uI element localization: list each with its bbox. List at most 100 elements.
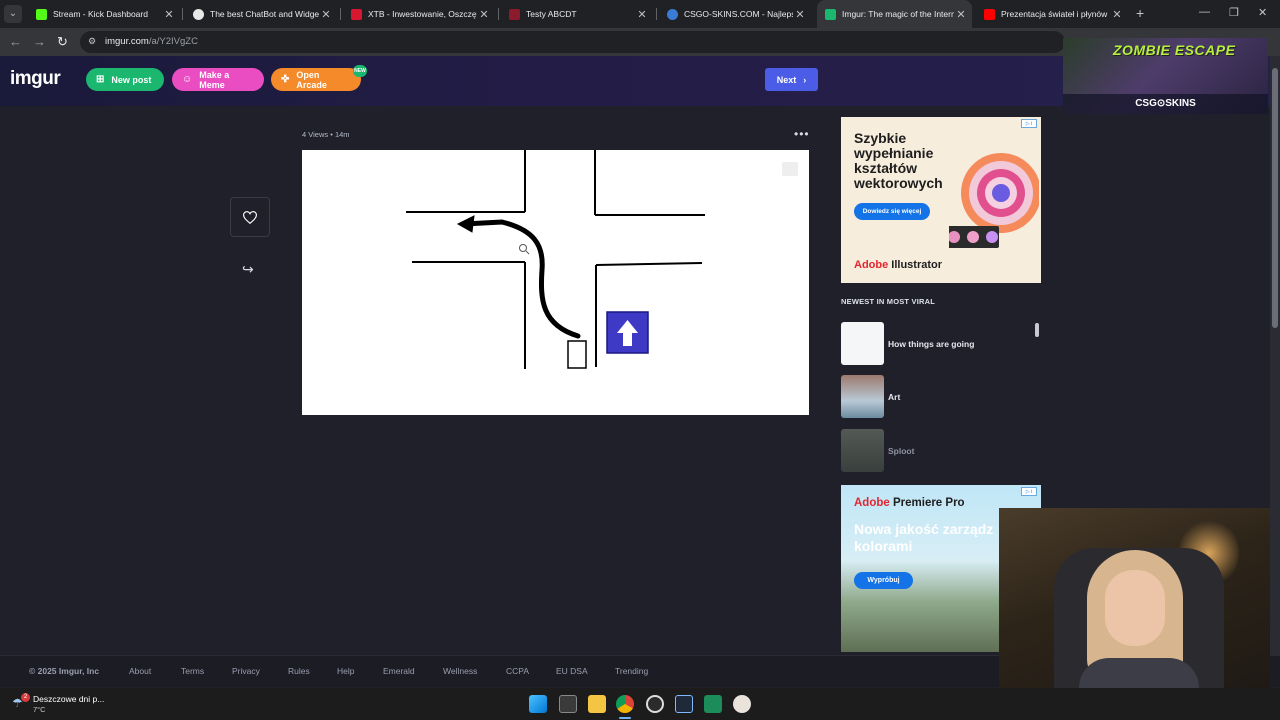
ad-choices-icon[interactable]: ▷ i xyxy=(1021,487,1037,496)
window-close-icon[interactable]: ✕ xyxy=(1258,6,1267,19)
back-arrow-icon[interactable]: ← xyxy=(9,34,22,49)
forward-arrow-icon[interactable]: → xyxy=(33,34,46,49)
tab-title: Imgur: The magic of the Intern xyxy=(842,9,954,19)
browser-tab[interactable]: CSGO-SKINS.COM - Najlepsze ✕ xyxy=(659,0,811,28)
footer-link-emerald[interactable]: Emerald xyxy=(383,666,415,676)
tab-title: XTB - Inwestowanie, Oszczędn xyxy=(368,9,477,19)
ad2-brand-adobe: Adobe xyxy=(854,497,890,509)
tab-separator xyxy=(340,8,341,20)
viral-item-title: How things are going xyxy=(888,339,975,349)
footer-link-terms[interactable]: Terms xyxy=(181,666,204,676)
viral-item-title: Art xyxy=(888,392,901,402)
plus-square-icon: ⊞ xyxy=(96,74,105,85)
browser-tab[interactable]: Testy ABCDT ✕ xyxy=(501,0,653,28)
next-label: Next xyxy=(776,74,797,85)
url-path: /a/Y2IVgZC xyxy=(148,36,198,47)
ad1-headline: Szybkie wypełnianie kształtów wektorowyc… xyxy=(854,130,943,191)
ad-choices-icon[interactable]: ▷ i xyxy=(1021,119,1037,128)
ad1-brand-product: Illustrator xyxy=(888,259,943,271)
obs-icon[interactable] xyxy=(646,695,664,713)
post-image[interactable] xyxy=(302,150,809,415)
task-view-icon[interactable] xyxy=(559,695,577,713)
streamer-app-icon[interactable] xyxy=(704,695,722,713)
scrollbar-thumb[interactable] xyxy=(1272,68,1278,328)
imgur-logo[interactable]: imgur xyxy=(10,68,61,90)
windows-start-icon[interactable] xyxy=(529,695,547,713)
youtube-favicon-icon xyxy=(984,8,995,20)
tab-close-icon[interactable]: ✕ xyxy=(1110,8,1124,21)
active-app-indicator xyxy=(619,717,631,719)
footer-link-help[interactable]: Help xyxy=(337,666,354,676)
tab-separator xyxy=(656,8,657,20)
browser-tab[interactable]: The best ChatBot and Widgets ✕ xyxy=(185,0,337,28)
tab-close-icon[interactable]: ✕ xyxy=(477,8,491,21)
post-views: 4 Views xyxy=(302,130,329,139)
csgo-skins-favicon-icon xyxy=(667,8,678,20)
post-age: 14m xyxy=(334,130,350,139)
url-text[interactable]: imgur.com/a/Y2IVgZC xyxy=(105,36,198,47)
streamer-face xyxy=(1105,570,1165,646)
kick-favicon-icon xyxy=(36,8,47,20)
footer-link-about[interactable]: About xyxy=(129,666,151,676)
footer-link-ccpa[interactable]: CCPA xyxy=(506,666,529,676)
footer-link-trending[interactable]: Trending xyxy=(615,666,648,676)
new-tab-plus-icon[interactable]: + xyxy=(1136,5,1144,21)
heart-icon xyxy=(243,210,257,224)
screen: ⌄ Stream - Kick Dashboard ✕ The best Cha… xyxy=(0,0,1280,720)
footer-link-rules[interactable]: Rules xyxy=(288,666,310,676)
open-arcade-label: Open Arcade xyxy=(296,69,327,90)
footer-link-privacy[interactable]: Privacy xyxy=(232,666,260,676)
viral-item[interactable]: How things are going xyxy=(841,322,1041,365)
site-info-icon[interactable]: ⚙ xyxy=(88,36,99,47)
make-a-meme-button[interactable]: ☺ Make a Meme xyxy=(172,68,264,91)
browser-tab[interactable]: XTB - Inwestowanie, Oszczędn ✕ xyxy=(343,0,495,28)
tab-close-icon[interactable]: ✕ xyxy=(319,8,333,21)
imgur-favicon-icon xyxy=(825,8,836,20)
open-arcade-button[interactable]: ✜ Open Arcade xyxy=(271,68,361,91)
footer-link-eu-dsa[interactable]: EU DSA xyxy=(556,666,588,676)
tab-close-icon[interactable]: ✕ xyxy=(162,8,176,21)
ad2-headline-line1: Nowa jakość zarządz xyxy=(854,521,994,537)
chevron-right-icon: › xyxy=(803,74,807,85)
file-explorer-icon[interactable] xyxy=(588,695,606,713)
tab-close-icon[interactable]: ✕ xyxy=(635,8,649,21)
post-options-icon[interactable]: ••• xyxy=(794,127,810,141)
sponsor-logo: CSG⊙SKINS xyxy=(1135,98,1196,109)
ad2-headline-line2: kolorami xyxy=(854,538,913,554)
arcade-new-badge: NEW xyxy=(353,65,367,77)
minimize-icon[interactable]: — xyxy=(1199,6,1210,18)
share-arrow-icon[interactable]: ↪ xyxy=(242,261,254,278)
adobe-illustrator-ad[interactable]: ▷ i Szybkie wypełnianie kształtów wektor… xyxy=(841,117,1041,283)
new-post-button[interactable]: ⊞ New post xyxy=(86,68,164,91)
favorite-button[interactable] xyxy=(230,197,270,237)
next-post-button[interactable]: Next › xyxy=(765,68,818,91)
viral-thumbnail xyxy=(841,375,884,418)
tab-title: Testy ABCDT xyxy=(526,9,577,19)
tab-separator xyxy=(498,8,499,20)
maximize-icon[interactable]: ❐ xyxy=(1229,6,1239,19)
browser-tab[interactable]: Prezentacja świateł i płynów Ku ✕ xyxy=(976,0,1128,28)
avatar-app-icon[interactable] xyxy=(733,695,751,713)
game-title: ZOMBIE ESCAPE xyxy=(1113,42,1236,58)
viral-thumbnail xyxy=(841,322,884,365)
ad1-brand: Adobe Illustrator xyxy=(854,259,942,271)
image-expand-icon[interactable] xyxy=(782,162,798,176)
footer-link-wellness[interactable]: Wellness xyxy=(443,666,477,676)
tab-search-button[interactable]: ⌄ xyxy=(4,5,22,23)
weather-temperature: 7°C xyxy=(33,705,46,714)
reload-icon[interactable]: ↻ xyxy=(57,34,68,50)
viral-thumbnail xyxy=(841,429,884,472)
app-icon[interactable] xyxy=(675,695,693,713)
viral-item[interactable]: Art xyxy=(841,375,1041,418)
browser-tab-active[interactable]: Imgur: The magic of the Intern ✕ xyxy=(817,0,972,28)
ad2-cta-button[interactable]: Wypróbuj xyxy=(854,572,913,589)
page-scrollbar[interactable] xyxy=(1270,56,1280,656)
address-bar[interactable]: ⚙ imgur.com/a/Y2IVgZC xyxy=(80,31,1065,53)
tab-close-icon[interactable]: ✕ xyxy=(793,8,807,21)
chrome-icon[interactable] xyxy=(616,695,634,713)
tab-close-icon[interactable]: ✕ xyxy=(954,8,968,21)
viral-item[interactable]: Sploot xyxy=(841,429,1041,472)
ad1-cta-button[interactable]: Dowiedz się więcej xyxy=(854,203,930,220)
browser-tab[interactable]: Stream - Kick Dashboard ✕ xyxy=(28,0,180,28)
windows-taskbar: ☂ 2 Deszczowe dni p... 7°C xyxy=(0,688,1280,720)
